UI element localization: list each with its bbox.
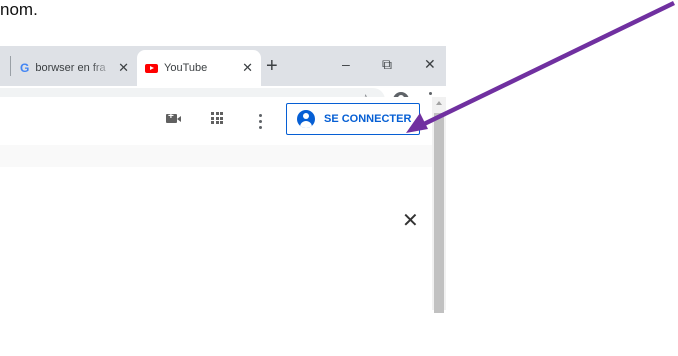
annotation-arrow [406, 0, 675, 133]
arrow-shaft [423, 0, 675, 127]
arrow-head [406, 113, 428, 133]
